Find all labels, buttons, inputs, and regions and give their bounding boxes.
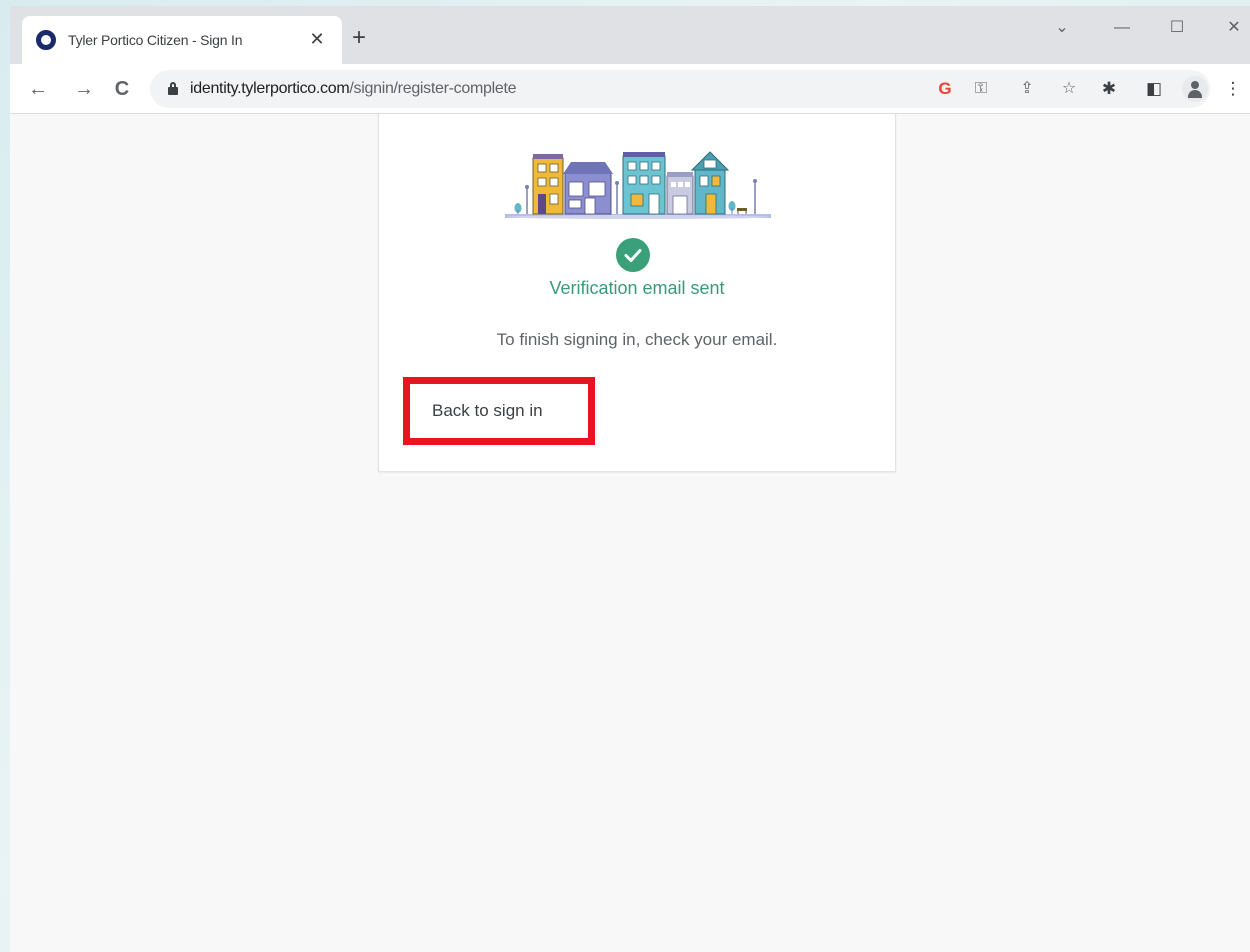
browser-window: Tyler Portico Citizen - Sign In ✕ + ⌄ — … [10,6,1250,952]
verification-card: Verification email sent To finish signin… [378,114,896,472]
back-button[interactable]: ← [24,75,52,103]
town-illustration-icon [505,151,771,219]
browser-toolbar: ← → C identity.tylerportico.com/signin/r… [10,64,1250,114]
profile-avatar-icon[interactable] [1182,76,1208,102]
url-host: identity.tylerportico.com [190,80,350,97]
back-to-sign-in-link[interactable]: Back to sign in [403,377,595,445]
new-tab-button[interactable]: + [345,24,373,52]
tab-title: Tyler Portico Citizen - Sign In [68,32,243,48]
address-bar[interactable]: identity.tylerportico.com/signin/registe… [150,70,1210,108]
verification-heading: Verification email sent [549,278,725,298]
google-translate-icon[interactable]: G [934,78,956,100]
browser-menu-icon[interactable]: ⋮ [1222,78,1244,100]
bookmark-star-icon[interactable]: ☆ [1058,78,1080,100]
verification-message: To finish signing in, check your email. [496,330,778,349]
forward-button[interactable]: → [70,75,98,103]
maximize-button[interactable]: ☐ [1165,16,1189,40]
side-panel-icon[interactable]: ◧ [1143,78,1165,100]
close-window-button[interactable]: ✕ [1222,16,1246,40]
tab-search-chevron-icon[interactable]: ⌄ [1050,16,1074,40]
success-check-icon [616,238,650,272]
lock-icon[interactable] [168,82,178,95]
minimize-button[interactable]: — [1110,16,1134,40]
portico-favicon-icon [36,30,56,50]
tab-close-icon[interactable]: ✕ [306,28,328,50]
reload-button[interactable]: C [108,75,136,103]
tab-strip: Tyler Portico Citizen - Sign In ✕ + ⌄ — … [10,6,1250,64]
tab-active[interactable]: Tyler Portico Citizen - Sign In ✕ [22,16,342,64]
page-content: Verification email sent To finish signin… [10,114,1250,952]
url-path: /signin/register-complete [349,80,517,97]
url-text[interactable]: identity.tylerportico.com/signin/registe… [190,80,517,98]
extensions-puzzle-icon[interactable]: ✱ [1098,78,1120,100]
password-key-icon[interactable]: ⚿ [970,78,992,100]
share-icon[interactable]: ⇪ [1016,78,1038,100]
